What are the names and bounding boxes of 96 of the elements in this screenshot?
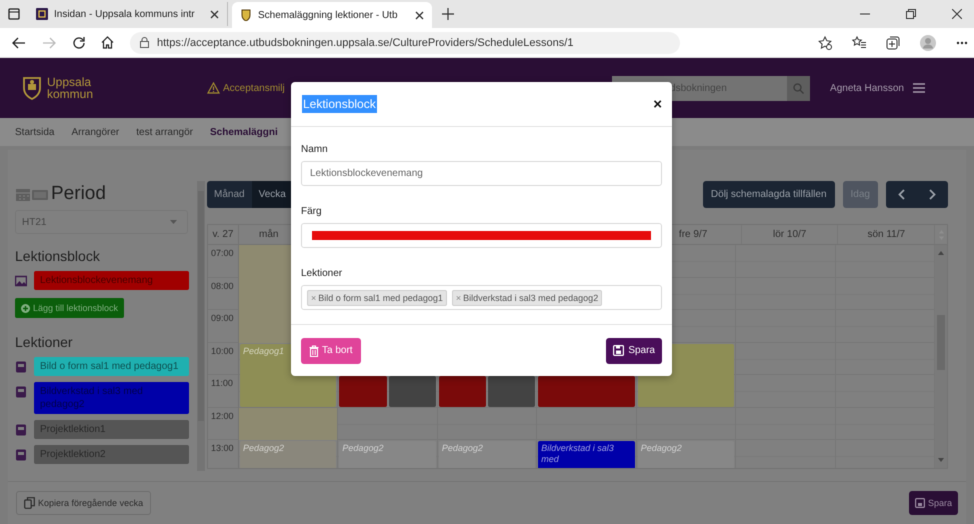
close-icon[interactable] [415,10,424,20]
tag-label: Bildverkstad i sal3 med pedagog2 [463,292,598,302]
book-icon [15,424,27,436]
time-label: 10:00 [211,346,234,356]
period-select[interactable]: HT21 [15,210,188,234]
refresh-icon[interactable] [72,36,85,49]
add-block-button[interactable]: Lägg till lektionsblock [15,298,124,318]
book-icon [15,361,27,373]
avatar-icon[interactable] [920,34,936,50]
browser-tab[interactable]: Schemaläggning lektioner - Utb [232,2,432,28]
shield-icon [240,9,252,21]
copy-icon [24,497,35,509]
menu-icon[interactable] [913,83,925,93]
color-field[interactable] [301,223,662,248]
tab-title: Insidan - Uppsala kommuns intr [54,8,196,20]
calendar-event[interactable]: Bildverkstad i sal3 med [538,441,635,468]
field-label: Färg [301,206,323,217]
image-icon [15,275,27,287]
view-button[interactable]: Vecka [252,181,293,208]
close-icon[interactable] [210,10,219,18]
scroll-down-icon [938,458,944,462]
book-icon [15,386,27,398]
day-header: lör 10/7 [773,229,806,240]
nav-link[interactable]: Arrangörer [71,126,120,138]
plus-circle-icon [21,304,30,312]
nav-link[interactable]: Startsida [15,126,54,138]
scrollbar[interactable] [934,245,947,468]
time-label: 11:00 [211,378,233,388]
section-heading: Lektioner [15,334,74,351]
browser-tab[interactable]: Insidan - Uppsala kommuns intr [28,2,228,26]
lock-icon [140,37,149,48]
previous-button[interactable] [886,181,917,208]
favorites-icon[interactable] [852,36,866,50]
crest-icon [22,76,42,100]
field-label: Lektioner [301,268,344,279]
restore-icon[interactable] [906,9,916,19]
tag[interactable]: × Bildverkstad i sal3 med pedagog2 [452,290,602,306]
scroll-up-icon [938,251,944,255]
user-name[interactable]: Agneta Hansson [830,82,904,94]
new-tab-icon[interactable] [442,8,454,20]
hide-scheduled-button[interactable]: Dölj schemalagda tillfällen [702,181,835,208]
copy-week-button[interactable]: Kopiera föregående vecka [16,491,152,515]
tab-actions-icon[interactable] [8,8,20,20]
calendar-event[interactable]: Pedagog2 [240,441,336,468]
section-heading: Period [51,183,106,205]
url-text: https://acceptance.utbudsbokningen.uppsala.se/CultureProviders/ScheduleLessons/1 [157,36,574,48]
collections-icon[interactable] [886,36,900,50]
book-icon [15,449,27,461]
chevron-right-icon [929,189,936,200]
address-field[interactable]: https://acceptance.utbudsbokningen.uppsala.se/CultureProviders/ScheduleLessons/1 [130,32,680,54]
nav-link[interactable]: Schemaläggni [210,126,278,138]
trash-icon [309,344,319,356]
save-button[interactable]: Spara [908,491,958,515]
home-icon[interactable] [101,36,114,49]
tab-title: Schemaläggning lektioner - Utb [258,10,399,20]
floppy-icon [914,498,925,508]
tag[interactable]: × Bild o form sal1 med pedagog1 [307,290,447,306]
time-label: 07:00 [211,248,234,258]
field-label: Namn [301,144,329,155]
view-button[interactable]: Månad [207,181,252,208]
lessons-field[interactable]: × Bild o form sal1 med pedagog1 × Bildverkstad i sal3 med pedagog2 [301,285,662,310]
section-heading: Lektionsblock [15,248,101,265]
time-label: 13:00 [211,443,234,453]
next-button[interactable] [917,181,948,208]
floppy-icon [613,345,624,356]
back-icon[interactable] [12,36,26,48]
calendar-event[interactable]: Pedagog2 [339,441,436,468]
close-icon[interactable] [952,9,962,19]
search-icon [793,82,804,94]
dialog-title: Lektionsblock [302,95,377,113]
day-header: sön 11/7 [867,229,906,240]
day-header: mån [259,229,278,240]
caret-icon [170,220,177,224]
time-label: 08:00 [211,280,234,290]
nav-link[interactable]: test arrangör [136,126,193,138]
name-field[interactable]: Lektionsblockevenemang [301,161,662,186]
logo-text: Uppsala kommun [47,76,94,100]
time-label: 12:00 [211,410,234,420]
app-icon [36,8,48,20]
save-button[interactable]: Spara [606,338,662,364]
more-icon[interactable] [956,40,968,44]
chevron-left-icon [898,189,905,200]
star-plus-icon[interactable] [818,36,832,50]
warning-icon [207,82,220,94]
lesson-item[interactable]: Bild o form sal1 med pedagog1 [34,357,190,376]
tag-label: Bild o form sal1 med pedagog1 [318,292,443,302]
delete-button[interactable]: Ta bort [301,338,361,364]
remove-tag-button[interactable]: × [456,292,462,302]
calendar-event[interactable]: Pedagog2 [438,441,536,468]
calendar-event[interactable]: Pedagog2 [638,441,734,468]
remove-tag-button[interactable]: × [311,292,316,302]
day-header: fre 9/7 [678,229,708,240]
week-number: v. 27 [208,225,239,244]
environment-notice: Acceptansmilj [223,82,285,94]
time-label: 09:00 [211,313,234,323]
search-button[interactable] [787,76,810,100]
